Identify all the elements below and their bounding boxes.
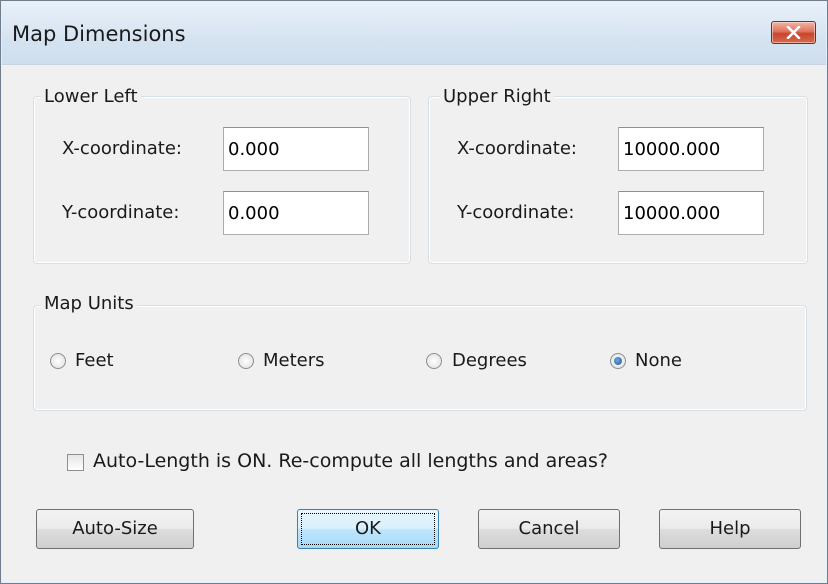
- upper-right-x-input[interactable]: 10000.000: [618, 127, 764, 171]
- map-units-group: Map Units Feet Meters Degrees None: [33, 293, 807, 411]
- radio-button-degrees[interactable]: [426, 353, 442, 369]
- upper-right-legend: Upper Right: [440, 86, 554, 107]
- close-button[interactable]: [771, 21, 816, 44]
- auto-length-label: Auto-Length is ON. Re-compute all length…: [93, 450, 608, 472]
- radio-button-none[interactable]: [610, 353, 626, 369]
- ok-button[interactable]: OK: [297, 509, 439, 549]
- map-units-legend: Map Units: [41, 293, 137, 314]
- upper-right-group: Upper Right X-coordinate: 10000.000 Y-co…: [428, 86, 808, 264]
- upper-right-y-input[interactable]: 10000.000: [618, 191, 764, 235]
- radio-label-meters: Meters: [263, 350, 325, 371]
- radio-label-degrees: Degrees: [452, 350, 527, 371]
- lower-left-y-input[interactable]: 0.000: [223, 191, 369, 235]
- radio-label-none: None: [635, 350, 682, 371]
- lower-left-x-label: X-coordinate:: [62, 138, 182, 159]
- close-icon: [786, 26, 801, 39]
- radio-label-feet: Feet: [75, 350, 114, 371]
- auto-size-button[interactable]: Auto-Size: [36, 509, 194, 549]
- auto-length-checkbox[interactable]: [67, 454, 84, 471]
- upper-right-x-label: X-coordinate:: [457, 138, 577, 159]
- upper-right-y-label: Y-coordinate:: [457, 202, 575, 223]
- lower-left-legend: Lower Left: [41, 86, 141, 107]
- title-bar: Map Dimensions: [2, 2, 826, 65]
- lower-left-y-label: Y-coordinate:: [62, 202, 180, 223]
- focus-rectangle: [301, 513, 435, 545]
- radio-button-meters[interactable]: [238, 353, 254, 369]
- help-button[interactable]: Help: [659, 509, 801, 549]
- map-dimensions-dialog: Map Dimensions Lower Left X-coordinate: …: [0, 0, 828, 584]
- lower-left-x-input[interactable]: 0.000: [223, 127, 369, 171]
- lower-left-group: Lower Left X-coordinate: 0.000 Y-coordin…: [33, 86, 411, 264]
- dialog-title: Map Dimensions: [12, 22, 186, 46]
- cancel-button[interactable]: Cancel: [478, 509, 620, 549]
- radio-button-feet[interactable]: [50, 353, 66, 369]
